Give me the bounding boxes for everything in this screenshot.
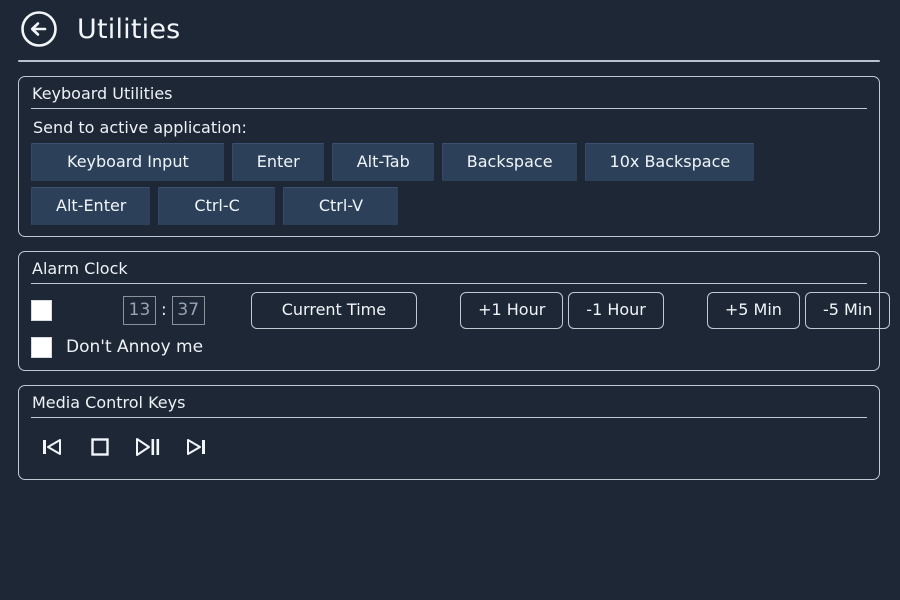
play-pause-icon (134, 436, 162, 458)
alarm-time-spinners: : (123, 295, 205, 325)
alarm-enable-checkbox[interactable] (31, 299, 52, 321)
stop-icon (88, 436, 112, 458)
stop-button[interactable] (85, 434, 115, 460)
alarm-clock-title: Alarm Clock (32, 259, 128, 278)
next-track-button[interactable] (181, 434, 211, 460)
plus-one-hour-button[interactable]: +1 Hour (460, 291, 564, 329)
current-time-button[interactable]: Current Time (250, 291, 418, 329)
back-arrow-circle-icon (19, 9, 59, 49)
ten-x-backspace-button[interactable]: 10x Backspace (584, 143, 755, 181)
dont-annoy-label: Don't Annoy me (66, 337, 204, 357)
media-title-divider (31, 417, 867, 418)
keyboard-utilities-title: Keyboard Utilities (32, 84, 173, 103)
next-track-icon (184, 436, 208, 458)
dont-annoy-checkbox[interactable] (31, 336, 52, 358)
alarm-clock-group: Alarm Clock : Current Time +1 Hour -1 Ho… (18, 251, 891, 371)
keyboard-utilities-group: Keyboard Utilities Send to active applic… (18, 76, 880, 237)
plus-five-min-button[interactable]: +5 Min (706, 291, 800, 329)
keyboard-input-button[interactable]: Keyboard Input (31, 143, 224, 181)
alt-enter-button[interactable]: Alt-Enter (31, 187, 151, 225)
ctrl-v-button[interactable]: Ctrl-V (282, 187, 399, 225)
ctrl-c-button[interactable]: Ctrl-C (158, 187, 275, 225)
alarm-hours-input[interactable] (123, 295, 156, 325)
send-to-active-application-label: Send to active application: (33, 118, 247, 137)
backspace-button[interactable]: Backspace (441, 143, 577, 181)
header-divider (18, 60, 880, 62)
minus-five-min-button[interactable]: -5 Min (804, 291, 891, 329)
dont-annoy-row: Don't Annoy me (31, 335, 867, 359)
media-button-row (31, 427, 867, 468)
alarm-controls-row: : Current Time +1 Hour -1 Hour +5 Min -5… (31, 291, 891, 329)
enter-button[interactable]: Enter (231, 143, 324, 181)
alarm-title-divider (31, 283, 867, 284)
keyboard-title-divider (31, 108, 867, 109)
page-header: Utilities (0, 0, 900, 47)
back-button[interactable] (18, 8, 60, 50)
time-separator: : (161, 299, 167, 320)
previous-track-icon (40, 436, 64, 458)
keyboard-button-row: Keyboard Input Enter Alt-Tab Backspace 1… (31, 143, 867, 225)
alarm-minutes-input[interactable] (171, 295, 205, 325)
media-control-keys-group: Media Control Keys (18, 385, 880, 480)
alt-tab-button[interactable]: Alt-Tab (331, 143, 434, 181)
media-control-keys-title: Media Control Keys (32, 393, 186, 412)
play-pause-button[interactable] (133, 434, 163, 460)
page-title: Utilities (77, 13, 181, 45)
minus-one-hour-button[interactable]: -1 Hour (568, 291, 664, 329)
previous-track-button[interactable] (37, 434, 67, 460)
